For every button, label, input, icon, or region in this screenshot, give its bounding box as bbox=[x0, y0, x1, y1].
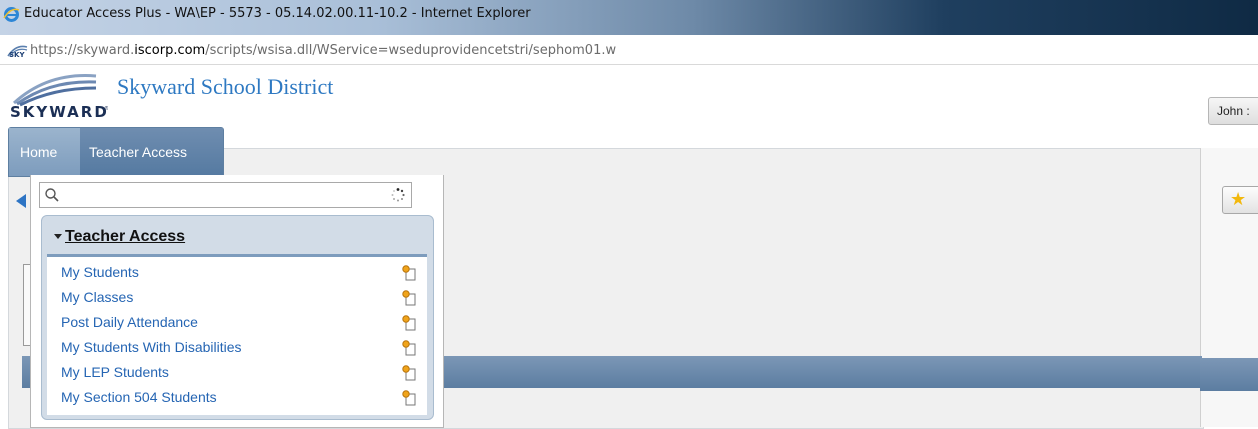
loading-spinner-icon bbox=[391, 188, 405, 202]
pin-to-favorites-icon[interactable] bbox=[401, 339, 417, 357]
menu-item-post-daily-attendance[interactable]: Post Daily Attendance bbox=[47, 310, 427, 335]
window-title-bar: Educator Access Plus - WA\EP - 5573 - 05… bbox=[0, 0, 1258, 35]
skyward-logo: SKYWARD ® bbox=[10, 74, 108, 120]
pin-to-favorites-icon[interactable] bbox=[401, 314, 417, 332]
menu-group-header[interactable]: Teacher Access bbox=[42, 216, 433, 254]
user-menu-button[interactable]: John : bbox=[1208, 97, 1258, 125]
star-icon: ★ bbox=[1230, 189, 1247, 209]
right-section-bar bbox=[1200, 358, 1258, 391]
menu-items-list: My Students My Classes Post Daily Attend… bbox=[47, 254, 427, 415]
internet-explorer-icon bbox=[3, 7, 20, 22]
menu-search-box[interactable] bbox=[39, 182, 412, 208]
tab-home[interactable]: Home bbox=[9, 128, 80, 176]
district-name: Skyward School District bbox=[117, 74, 334, 99]
collapse-arrow-icon[interactable] bbox=[16, 194, 26, 208]
menu-item-my-classes[interactable]: My Classes bbox=[47, 285, 427, 310]
main-nav: Home Teacher Access bbox=[8, 127, 224, 177]
address-bar[interactable]: SKY https://skyward.iscorp.com/scripts/w… bbox=[0, 35, 1258, 65]
menu-item-my-students[interactable]: My Students bbox=[47, 260, 427, 285]
pin-to-favorites-icon[interactable] bbox=[401, 264, 417, 282]
menu-item-my-section-504-students[interactable]: My Section 504 Students bbox=[47, 385, 427, 410]
favorites-button[interactable]: ★ bbox=[1222, 186, 1258, 214]
svg-text:®: ® bbox=[104, 105, 108, 112]
svg-text:SKYWARD: SKYWARD bbox=[10, 103, 108, 120]
pin-to-favorites-icon[interactable] bbox=[401, 289, 417, 307]
window-title: Educator Access Plus - WA\EP - 5573 - 05… bbox=[24, 6, 531, 21]
pin-to-favorites-icon[interactable] bbox=[401, 364, 417, 382]
tab-teacher-access[interactable]: Teacher Access bbox=[80, 128, 223, 176]
menu-item-my-lep-students[interactable]: My LEP Students bbox=[47, 360, 427, 385]
expand-arrow-icon[interactable] bbox=[54, 234, 62, 239]
user-name: John : bbox=[1217, 104, 1250, 118]
site-favicon-icon: SKY bbox=[7, 45, 28, 58]
pin-to-favorites-icon[interactable] bbox=[401, 389, 417, 407]
url-text[interactable]: https://skyward.iscorp.com/scripts/wsisa… bbox=[30, 43, 616, 58]
menu-item-my-students-with-disabilities[interactable]: My Students With Disabilities bbox=[47, 335, 427, 360]
menu-group-title[interactable]: Teacher Access bbox=[65, 228, 185, 246]
search-icon bbox=[45, 188, 59, 202]
search-input[interactable] bbox=[64, 185, 388, 205]
svg-text:SKY: SKY bbox=[9, 51, 25, 58]
teacher-access-menu-group: Teacher Access My Students My Classes Po… bbox=[41, 215, 434, 420]
